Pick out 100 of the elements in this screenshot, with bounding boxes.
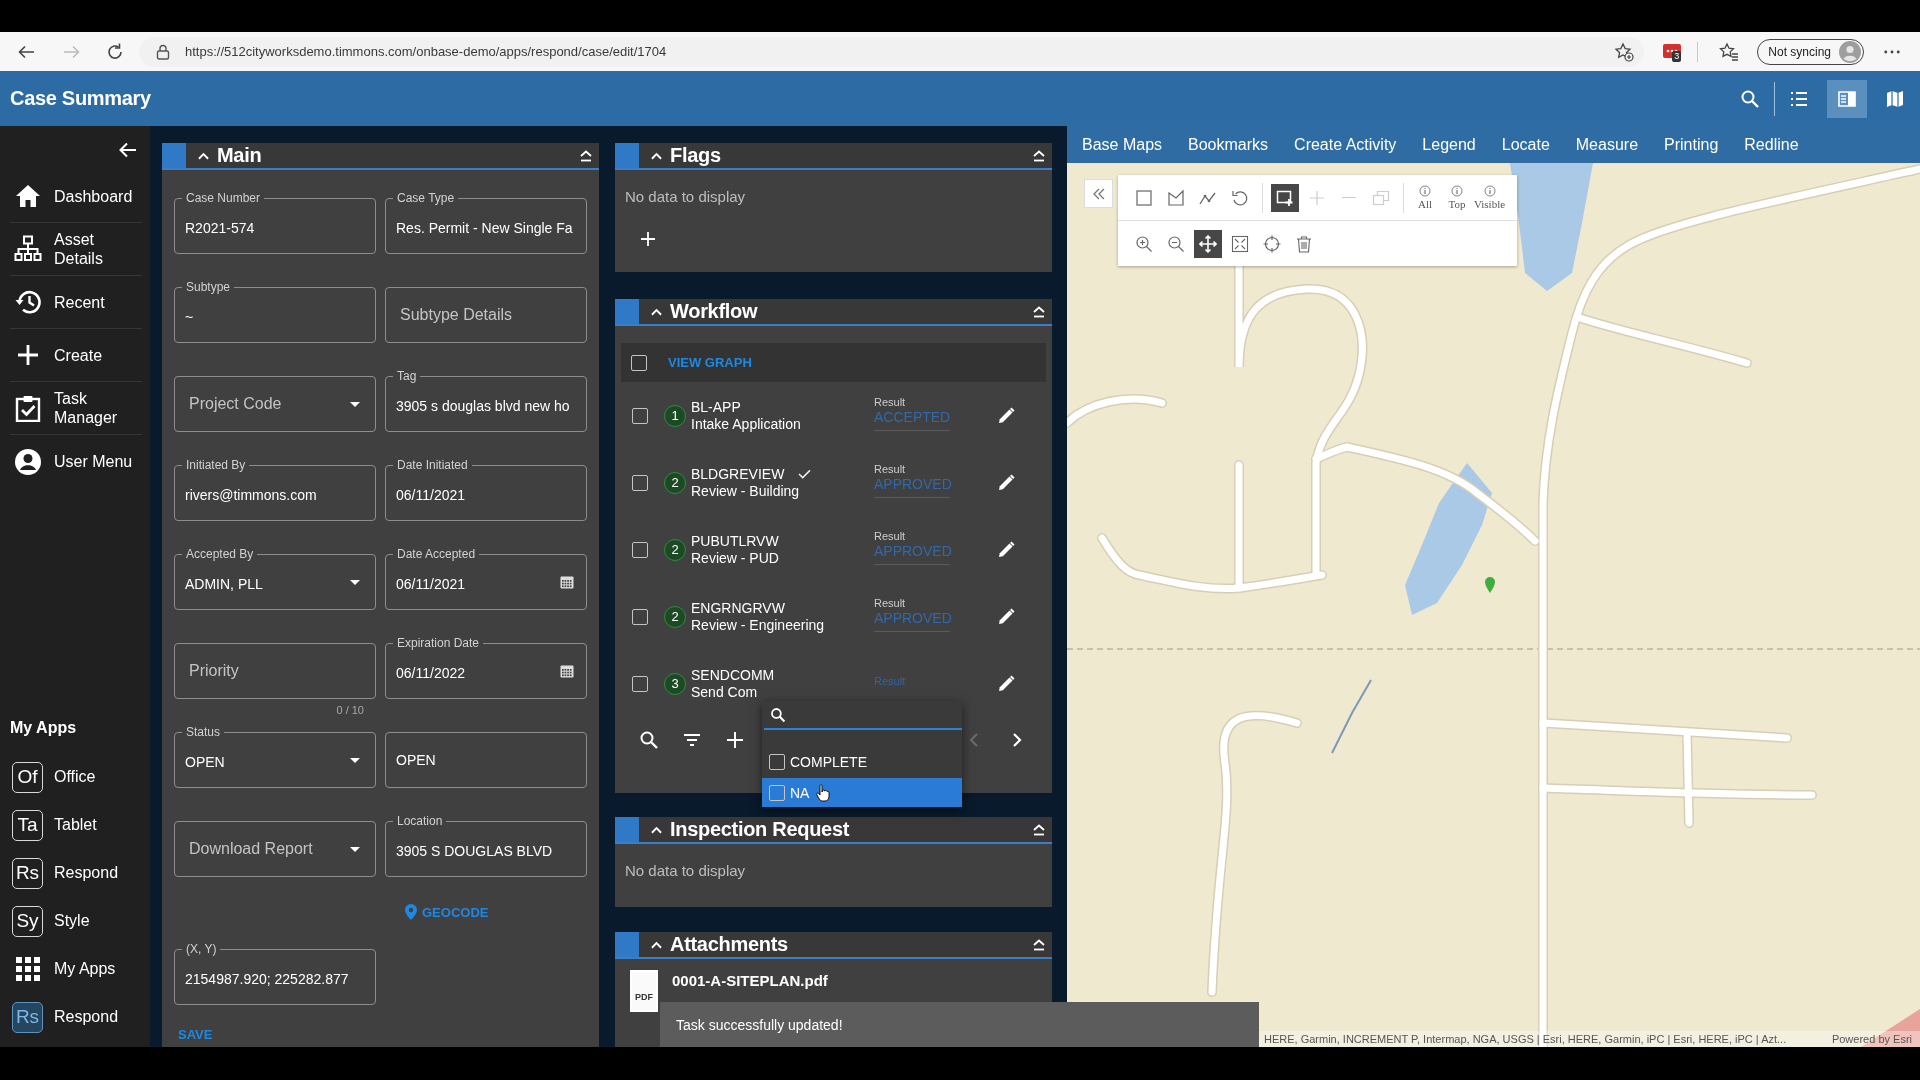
app-item[interactable]: Of Office xyxy=(0,753,150,801)
field-label: Status xyxy=(182,725,225,739)
nav-item[interactable]: Recent xyxy=(10,276,142,329)
checkbox[interactable] xyxy=(769,784,785,801)
app-item[interactable]: Ta Tablet xyxy=(0,801,150,849)
chevron-up-icon[interactable] xyxy=(198,151,209,160)
pencil-icon[interactable] xyxy=(997,674,1015,693)
text-field[interactable]: Subtype Details xyxy=(385,287,587,343)
dropdown-option[interactable]: NA xyxy=(762,778,962,807)
map-menu-item[interactable]: Measure xyxy=(1562,126,1652,163)
checkbox[interactable] xyxy=(632,474,648,491)
panel-header[interactable]: Main xyxy=(162,143,599,170)
file-link[interactable]: 0001-A-SITEPLAN.pdf xyxy=(672,972,828,990)
info-icon xyxy=(1419,184,1431,197)
dropdown-field[interactable]: Download Report xyxy=(174,821,376,877)
plus-icon[interactable] xyxy=(725,730,745,750)
notification-badge: 3 xyxy=(1672,50,1682,62)
chevron-up-icon[interactable] xyxy=(651,825,662,834)
star-plus-icon[interactable] xyxy=(1614,41,1635,62)
square-plus-icon xyxy=(1276,188,1294,207)
address-bar[interactable]: https://512cityworksdemo.timmons.com/onbase-demo/apps/respond/case/edit/1704 xyxy=(139,36,1645,67)
lock-icon[interactable] xyxy=(156,43,170,60)
map-marker-icon[interactable] xyxy=(1485,577,1495,593)
pencil-icon[interactable] xyxy=(997,473,1015,492)
map-menu-item[interactable]: Legend xyxy=(1409,126,1489,163)
map-menu-item[interactable]: Create Activity xyxy=(1281,126,1410,163)
pencil-icon[interactable] xyxy=(997,406,1015,425)
task-code: BL-APP xyxy=(691,398,741,416)
plus-icon[interactable] xyxy=(640,231,656,247)
nav-item[interactable]: Create xyxy=(10,329,142,382)
chevron-over-bar-icon[interactable] xyxy=(579,149,593,162)
task-code: SENDCOMM xyxy=(691,666,775,684)
map-attribution: HERE, Garmin, INCREMENT P, Intermap, NGA, USGS | Esri, HERE, Garmin, iPC | Esri, HERE, iPC | Azt... xyxy=(1264,1033,1787,1045)
step-number: 2 xyxy=(664,538,686,561)
text-field[interactable]: OPEN xyxy=(385,732,587,788)
dropdown-field[interactable]: Project Code xyxy=(174,376,376,432)
search-icon[interactable] xyxy=(1740,88,1760,109)
field-label: Accepted By xyxy=(182,547,258,561)
map-menu-item[interactable]: Base Maps xyxy=(1069,126,1176,163)
undo-icon xyxy=(1231,188,1249,207)
star-list-icon[interactable] xyxy=(1719,41,1740,62)
header-accent xyxy=(615,299,639,324)
step-number: 2 xyxy=(664,471,686,494)
nav-item[interactable]: User Menu xyxy=(10,435,142,488)
pan-tool[interactable] xyxy=(1194,229,1222,258)
house-icon xyxy=(14,182,42,210)
info-button[interactable]: Top xyxy=(1442,179,1472,216)
search-icon[interactable] xyxy=(639,730,659,750)
chevron-up-icon[interactable] xyxy=(651,940,662,949)
map-menu-item[interactable]: Locate xyxy=(1488,126,1563,163)
chevron-over-bar-icon[interactable] xyxy=(1032,305,1046,318)
pencil-icon[interactable] xyxy=(997,607,1015,626)
checkbox[interactable] xyxy=(632,675,648,692)
nav-item[interactable]: Task Manager xyxy=(10,382,142,435)
checkbox[interactable] xyxy=(769,754,785,770)
powered-by-text: Powered by Esri xyxy=(1831,1033,1913,1045)
three-dots-icon[interactable] xyxy=(1884,49,1900,54)
split-view-button[interactable] xyxy=(1827,79,1867,118)
nav-item[interactable]: Dashboard xyxy=(10,170,142,223)
caret-icon xyxy=(350,846,360,852)
text-field[interactable]: Priority xyxy=(174,643,376,699)
chevron-over-bar-icon[interactable] xyxy=(1032,823,1046,836)
info-button[interactable]: All xyxy=(1410,179,1440,216)
chevron-over-bar-icon[interactable] xyxy=(1032,938,1046,951)
task-name: Review - Building xyxy=(691,482,801,500)
panel-header[interactable]: Workflow xyxy=(615,299,1052,326)
plus-icon xyxy=(1308,188,1326,207)
task-code: ENGRNGRVW xyxy=(691,599,785,617)
field-label: Case Number xyxy=(182,191,265,205)
collapse-toolbar-button[interactable] xyxy=(1084,179,1113,208)
add-shape-tool[interactable] xyxy=(1271,183,1299,212)
app-item[interactable]: Rs Respond xyxy=(0,849,150,897)
back-arrow-icon[interactable] xyxy=(118,140,138,160)
reload-icon[interactable] xyxy=(105,41,125,62)
panel-header[interactable]: Flags xyxy=(615,143,1052,170)
map-menu-item[interactable]: Bookmarks xyxy=(1175,126,1282,163)
panel-header[interactable]: Attachments xyxy=(615,932,1052,959)
dropdown-option[interactable]: COMPLETE xyxy=(762,749,962,775)
info-icon xyxy=(1483,184,1496,197)
info-button[interactable]: Visible xyxy=(1474,179,1506,216)
checkbox[interactable] xyxy=(632,541,648,558)
calendar-icon[interactable] xyxy=(560,575,574,589)
square-icon xyxy=(1135,188,1153,207)
caret-icon xyxy=(350,757,360,763)
app-item[interactable]: Rs Respond xyxy=(0,993,150,1041)
nav-item[interactable]: Asset Details xyxy=(10,223,142,276)
panel-header[interactable]: Inspection Request xyxy=(615,817,1052,844)
map-menu-item[interactable]: Printing xyxy=(1651,126,1732,163)
map-menu-item[interactable]: Redline xyxy=(1731,126,1812,163)
app-item[interactable]: Sy Style xyxy=(0,897,150,945)
calendar-icon[interactable] xyxy=(560,664,574,678)
checkbox[interactable] xyxy=(631,354,647,371)
hierarchy-icon xyxy=(14,235,42,263)
app-item[interactable]: My Apps xyxy=(0,945,150,993)
checkbox[interactable] xyxy=(632,608,648,625)
pencil-icon[interactable] xyxy=(997,540,1015,559)
chevron-over-bar-icon[interactable] xyxy=(1032,149,1046,162)
chevron-up-icon[interactable] xyxy=(651,151,662,160)
checkbox[interactable] xyxy=(632,407,648,424)
chevron-up-icon[interactable] xyxy=(651,307,662,316)
